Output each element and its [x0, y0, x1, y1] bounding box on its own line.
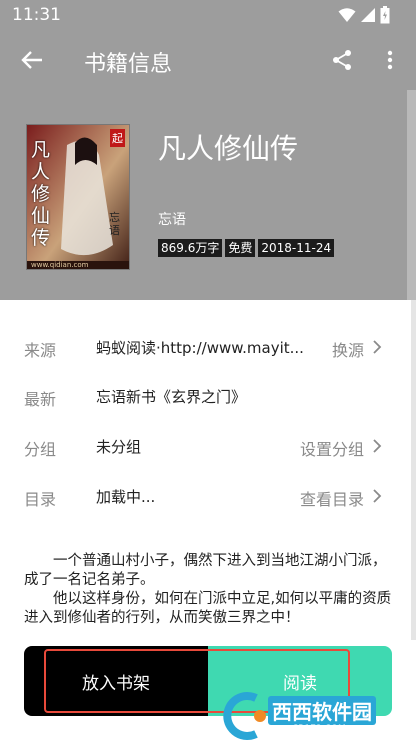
row-catalog[interactable]: 目录 加载中... 查看目录 [0, 473, 416, 521]
row-latest[interactable]: 最新 忘语新书《玄界之门》 [0, 373, 416, 421]
toolbar: 书籍信息 [0, 30, 416, 90]
group-value: 未分组 [96, 438, 142, 456]
share-button[interactable] [326, 44, 358, 76]
cover-author-mark: 忘语 [109, 211, 120, 237]
latest-chapter-value: 忘语新书《玄界之门》 [96, 388, 247, 406]
back-arrow-icon [21, 51, 42, 69]
status-bar: 11:31 [0, 0, 416, 30]
view-catalog-button[interactable]: 查看目录 [300, 486, 364, 510]
site-watermark: 西西软件园 CR173.COM [222, 690, 414, 740]
free-badge: 免费 [225, 239, 256, 257]
signal-icon [361, 8, 375, 22]
page-title: 书籍信息 [84, 52, 173, 77]
book-author: 忘语 [158, 212, 186, 228]
watermark-subtext: CR173.COM [292, 724, 346, 734]
status-icons [338, 6, 390, 24]
book-description: 一个普通山村小子，偶然下进入到当地江湖小门派，成了一名记名弟子。 他以这样身份，… [24, 552, 394, 628]
book-cover[interactable]: 凡人修仙传 起 忘语 www.qidian.com [26, 124, 130, 270]
catalog-value: 加载中... [96, 488, 156, 506]
row-label: 分组 [24, 440, 57, 459]
chevron-right-icon [373, 340, 382, 354]
header-scroll-edge [407, 90, 416, 300]
book-header: 11:31 书籍信息 凡人修仙传 起 忘语 www.qidian.com 凡人修… [0, 0, 416, 300]
set-group-button[interactable]: 设置分组 [300, 436, 364, 460]
share-icon [333, 50, 351, 70]
cover-publisher-mark: 起 [110, 129, 125, 147]
description-paragraph: 他以这样身份，如何在门派中立足,如何以平庸的资质进入到修仙者的行列，从而笑傲三界… [24, 591, 392, 626]
watermark-text: 西西软件园 [268, 696, 376, 725]
description-paragraph: 一个普通山村小子，偶然下进入到当地江湖小门派，成了一名记名弟子。 [24, 553, 387, 588]
word-count-badge: 869.6万字 [158, 239, 223, 257]
book-badges: 869.6万字 免费 2018-11-24 [158, 239, 335, 257]
cover-site: www.qidian.com [31, 261, 89, 269]
row-label: 最新 [24, 390, 57, 409]
row-source[interactable]: 来源 蚂蚁阅读·http://www.mayit... 换源 [0, 324, 416, 372]
chevron-right-icon [373, 489, 382, 503]
change-source-button[interactable]: 换源 [332, 337, 364, 361]
cover-title: 凡人修仙传 [31, 139, 51, 249]
chevron-right-icon [373, 439, 382, 453]
battery-icon [380, 6, 390, 24]
row-label: 目录 [24, 490, 57, 509]
back-button[interactable] [12, 42, 52, 78]
more-options-button[interactable] [376, 44, 404, 76]
row-group[interactable]: 分组 未分组 设置分组 [0, 423, 416, 471]
more-vert-icon [387, 50, 393, 70]
status-time: 11:31 [12, 5, 61, 25]
wifi-icon [338, 8, 356, 22]
row-label: 来源 [24, 341, 57, 360]
source-value: 蚂蚁阅读·http://www.mayit... [96, 339, 304, 357]
update-date-badge: 2018-11-24 [258, 239, 335, 257]
book-name: 凡人修仙传 [158, 132, 299, 165]
